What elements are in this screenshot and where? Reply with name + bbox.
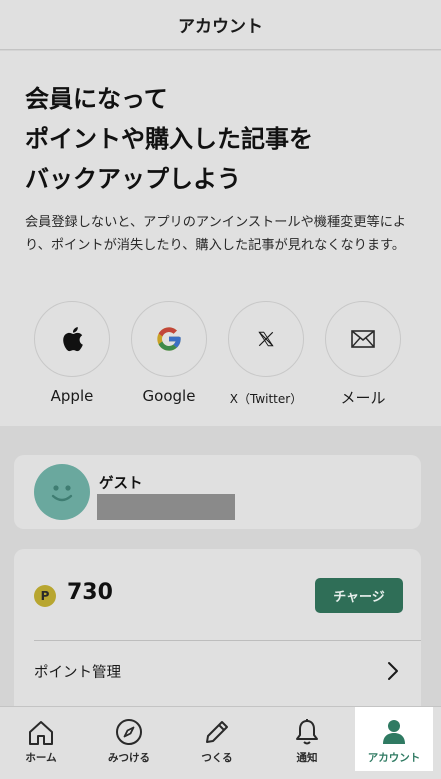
signup-description: 会員登録しないと、アプリのアンインストールや機種変更等により、ポイントが消失した… — [25, 215, 407, 253]
compass-icon — [116, 719, 142, 745]
mail-label: メール — [340, 389, 386, 407]
point-coin-icon: P — [34, 585, 56, 607]
tab-notifications[interactable]: 通知 — [268, 707, 346, 771]
tab-label: つくる — [201, 752, 233, 764]
x-login-button[interactable]: X（Twitter） — [221, 301, 311, 407]
bell-icon — [296, 719, 318, 745]
user-id-redacted — [97, 494, 235, 520]
headline-line: 会員になって — [25, 85, 168, 113]
page-title: アカウント — [178, 17, 263, 37]
avatar — [34, 464, 90, 520]
tab-home[interactable]: ホーム — [2, 707, 80, 771]
menu-item-label: ポイント管理 — [34, 664, 121, 681]
point-balance: 730 — [67, 580, 113, 605]
home-icon — [29, 721, 53, 745]
user-name: ゲスト — [99, 476, 143, 492]
login-providers: Apple Google X（Twitter） メール — [0, 301, 441, 411]
person-icon — [383, 720, 405, 744]
apple-login-button[interactable]: Apple — [27, 301, 117, 405]
charge-button[interactable]: チャージ — [315, 578, 403, 613]
tab-discover[interactable]: みつける — [90, 707, 168, 771]
mail-login-circle[interactable] — [325, 301, 401, 377]
divider — [34, 640, 421, 641]
tab-label: みつける — [108, 752, 150, 764]
google-label: Google — [142, 387, 196, 405]
x-icon — [258, 331, 274, 347]
google-login-circle[interactable] — [131, 301, 207, 377]
signup-section: 会員になって ポイントや購入した記事を バックアップしよう 会員登録しないと、ア… — [0, 51, 441, 426]
user-card: ゲスト — [14, 455, 421, 529]
signup-headline: 会員になって ポイントや購入した記事を バックアップしよう — [25, 79, 313, 199]
google-login-button[interactable]: Google — [124, 301, 214, 405]
tab-label: ホーム — [25, 752, 57, 764]
tab-label: 通知 — [296, 752, 318, 764]
tab-label: アカウント — [367, 752, 421, 764]
pencil-icon — [206, 721, 228, 743]
headline-line: バックアップしよう — [25, 165, 241, 193]
header: アカウント — [0, 0, 441, 50]
bottom-tab-bar: ホーム みつける つくる 通知 アカウント — [0, 706, 441, 779]
apple-label: Apple — [50, 387, 94, 405]
menu-item-point-management[interactable]: ポイント管理 — [34, 653, 399, 689]
smiley-icon — [51, 485, 73, 502]
headline-line: ポイントや購入した記事を — [25, 125, 313, 153]
chevron-right-icon — [388, 662, 398, 680]
mail-icon — [351, 330, 375, 348]
tab-account[interactable]: アカウント — [355, 707, 433, 771]
x-label: X（Twitter） — [229, 392, 303, 406]
apple-icon — [63, 327, 83, 352]
google-icon — [157, 327, 181, 351]
apple-login-circle[interactable] — [34, 301, 110, 377]
tab-create[interactable]: つくる — [178, 707, 256, 771]
mail-login-button[interactable]: メール — [318, 301, 408, 408]
x-login-circle[interactable] — [228, 301, 304, 377]
